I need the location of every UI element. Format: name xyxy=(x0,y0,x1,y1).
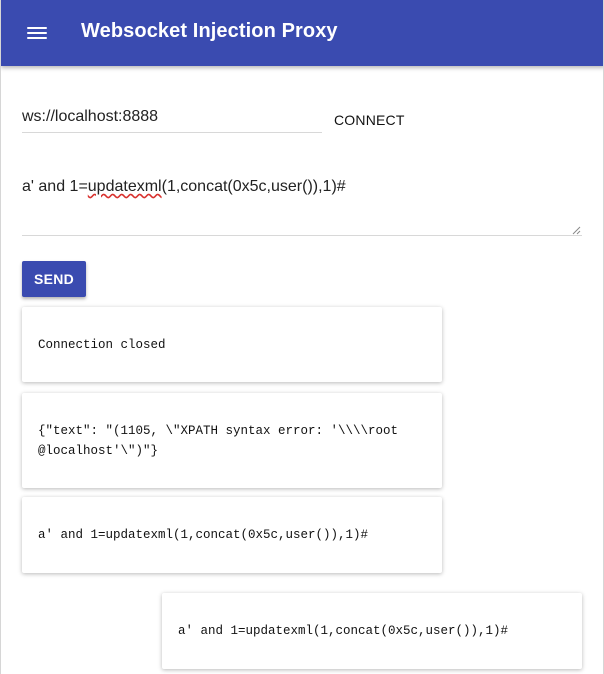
app-title: Websocket Injection Proxy xyxy=(81,20,338,42)
log-card-sent: a' and 1=updatexml(1,concat(0x5c,user())… xyxy=(162,593,582,669)
message-suffix: (1,concat(0x5c,user()),1)# xyxy=(161,178,346,195)
message-prefix: a' and 1= xyxy=(22,178,88,195)
log-card-text: {"text": "(1105, \"XPATH syntax error: '… xyxy=(38,423,399,458)
log-card-text: a' and 1=updatexml(1,concat(0x5c,user())… xyxy=(178,624,509,638)
message-misspelled-word: updatexml xyxy=(87,178,162,195)
app-bar: Websocket Injection Proxy xyxy=(1,0,603,66)
connect-button[interactable]: CONNECT xyxy=(334,110,405,130)
log-card-text: Connection closed xyxy=(38,337,166,352)
resize-grip-icon[interactable] xyxy=(572,226,581,235)
message-textarea[interactable]: a' and 1=updatexml(1,concat(0x5c,user())… xyxy=(22,176,582,236)
app-window: Websocket Injection Proxy CONNECT a' and… xyxy=(0,0,604,674)
log-card: {"text": "(1105, \"XPATH syntax error: '… xyxy=(22,393,442,488)
log-card: Connection closed xyxy=(22,307,442,382)
websocket-url-input[interactable] xyxy=(22,106,322,133)
send-button[interactable]: SEND xyxy=(22,261,86,297)
log-card: a' and 1=updatexml(1,concat(0x5c,user())… xyxy=(22,497,442,573)
menu-icon[interactable] xyxy=(27,25,47,41)
log-card-text: a' and 1=updatexml(1,concat(0x5c,user())… xyxy=(38,528,369,542)
